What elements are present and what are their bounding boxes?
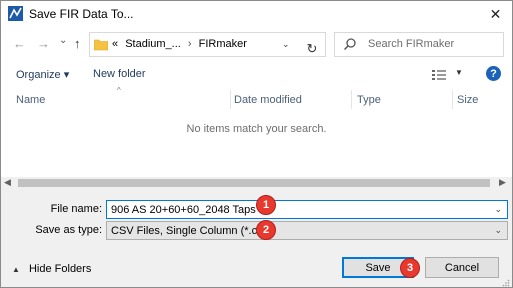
folder-icon (94, 39, 108, 51)
column-header-size[interactable]: Size (457, 94, 478, 106)
save-type-label: Save as type: (35, 224, 102, 236)
back-button[interactable]: ← (13, 36, 26, 51)
title-bar: Save FIR Data To... ✕ (1, 1, 512, 28)
address-dropdown-button[interactable]: ⌄ (282, 39, 290, 50)
help-icon: ? (490, 67, 497, 80)
navigation-bar: ← → ⌄ ↑ « Stadium_... › FIRmaker ⌄ ↻ Sea… (1, 28, 512, 60)
refresh-icon: ↻ (306, 40, 318, 56)
close-icon: ✕ (489, 6, 502, 22)
search-box[interactable]: Search FIRmaker (334, 32, 504, 57)
up-button[interactable]: ↑ (74, 36, 81, 51)
view-options-dropdown[interactable]: ▼ (455, 68, 463, 77)
column-header-date-modified[interactable]: Date modified (234, 94, 302, 106)
file-name-label: File name: (50, 203, 102, 215)
close-button[interactable]: ✕ (479, 1, 512, 28)
hide-folders-button[interactable]: ▲ Hide Folders (12, 263, 91, 275)
column-header-type[interactable]: Type (357, 94, 381, 106)
address-bar[interactable]: « Stadium_... › FIRmaker ⌄ ↻ (89, 32, 326, 57)
scrollbar-thumb[interactable] (18, 179, 490, 187)
breadcrumb-prefix: « (112, 38, 119, 50)
hide-folders-label: Hide Folders (28, 263, 92, 275)
column-divider[interactable] (230, 90, 231, 109)
cancel-button[interactable]: Cancel (425, 257, 499, 278)
breadcrumb-current[interactable]: FIRmaker (199, 38, 247, 50)
chevron-down-icon[interactable]: ⌄ (494, 204, 502, 215)
save-type-value: CSV Files, Single Column (*.csv) (111, 225, 272, 237)
column-divider[interactable] (351, 90, 352, 109)
breadcrumb-separator: › (187, 38, 192, 50)
annotation-badge-2: 2 (256, 220, 276, 240)
scroll-right-icon[interactable]: ▶ (499, 177, 506, 188)
sort-indicator-icon: ^ (117, 86, 121, 95)
breadcrumb-parent[interactable]: Stadium_... (125, 38, 181, 50)
horizontal-scrollbar[interactable]: ◀ ▶ (1, 177, 512, 189)
view-options-icon[interactable] (432, 69, 446, 81)
cancel-button-label: Cancel (444, 261, 480, 274)
annotation-badge-1: 1 (256, 195, 276, 215)
column-divider[interactable] (452, 90, 453, 109)
chevron-up-icon: ▲ (12, 265, 20, 274)
forward-button[interactable]: → (37, 36, 50, 51)
empty-list-message: No items match your search. (186, 123, 327, 135)
refresh-button[interactable]: ↻ (300, 37, 324, 60)
organize-menu[interactable]: Organize ▾ (16, 68, 69, 81)
search-placeholder: Search FIRmaker (368, 38, 455, 50)
file-name-input[interactable]: 906 AS 20+60+60_2048 Taps ⌄ (106, 200, 508, 219)
window-title: Save FIR Data To... (29, 7, 134, 21)
chevron-down-icon[interactable]: ⌄ (494, 225, 502, 236)
file-name-value: 906 AS 20+60+60_2048 Taps (111, 204, 256, 216)
file-list[interactable]: ^ Name Date modified Type Size No items … (1, 86, 512, 177)
save-dialog: Save FIR Data To... ✕ ← → ⌄ ↑ « Stadium_… (0, 0, 513, 288)
recent-locations-button[interactable]: ⌄ (59, 35, 67, 46)
app-icon (8, 6, 23, 21)
column-header-name[interactable]: Name (16, 94, 45, 106)
resize-grip-icon[interactable] (502, 279, 510, 287)
search-icon (344, 38, 356, 50)
annotation-badge-3: 3 (400, 258, 420, 278)
command-toolbar: Organize ▾ New folder ▼ ? (1, 60, 512, 90)
help-button[interactable]: ? (486, 66, 501, 81)
save-button-label: Save (365, 261, 391, 274)
scroll-left-icon[interactable]: ◀ (4, 177, 11, 188)
new-folder-button[interactable]: New folder (93, 68, 146, 80)
save-type-select[interactable]: CSV Files, Single Column (*.csv) ⌄ (106, 221, 508, 240)
